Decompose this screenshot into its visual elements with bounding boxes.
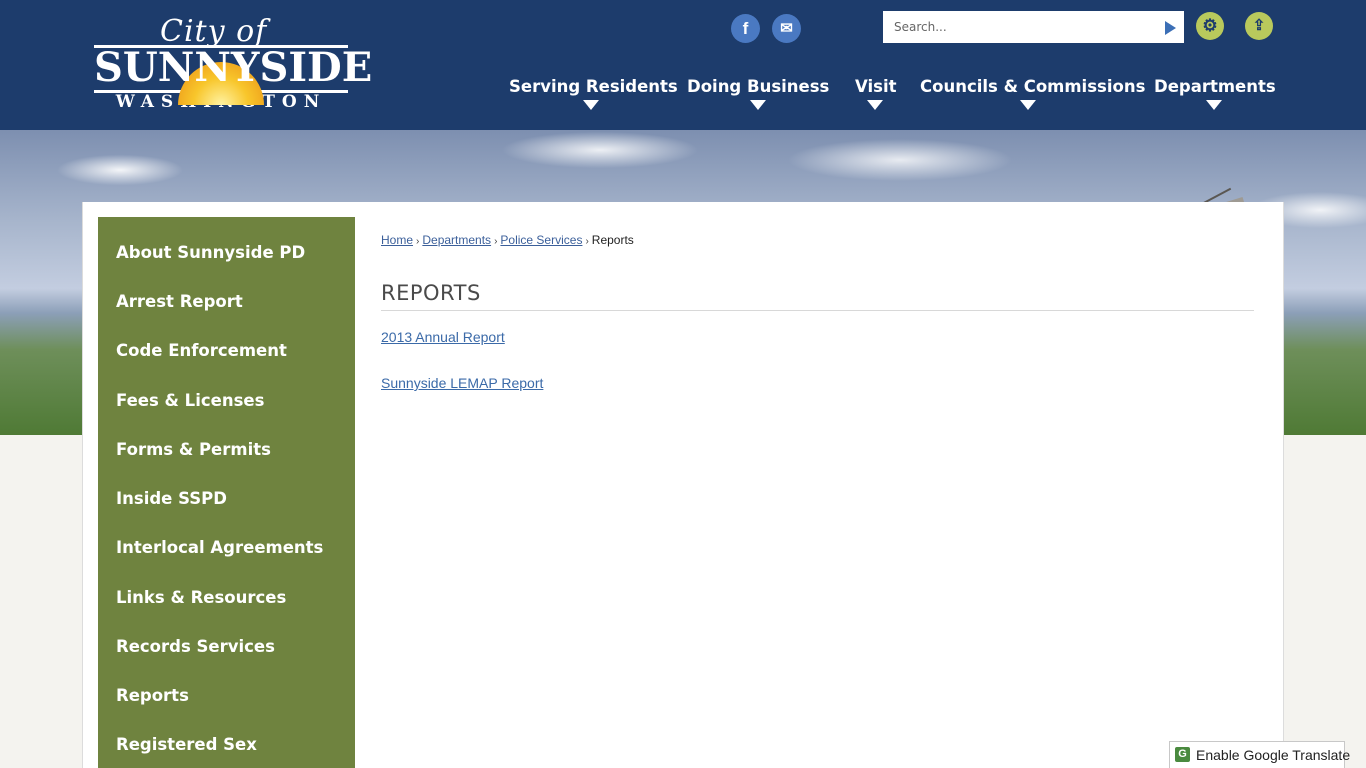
logo-main-text: SUNNYSIDE: [94, 44, 373, 91]
sidebar-nav: About Sunnyside PD Arrest Report Code En…: [98, 217, 355, 768]
nav-councils-commissions[interactable]: Councils & Commissions: [920, 77, 1145, 96]
chevron-down-icon[interactable]: [1020, 100, 1036, 110]
search-input[interactable]: [883, 11, 1153, 43]
share-icon[interactable]: ⇪: [1245, 12, 1273, 40]
chevron-down-icon[interactable]: [583, 100, 599, 110]
sidebar-item-inside-sspd[interactable]: Inside SSPD: [116, 489, 227, 508]
sidebar-item-reports[interactable]: Reports: [116, 686, 189, 705]
facebook-icon[interactable]: f: [731, 14, 760, 43]
chevron-down-icon[interactable]: [1206, 100, 1222, 110]
sidebar-item-interlocal-agreements[interactable]: Interlocal Agreements: [116, 538, 323, 557]
breadcrumb-separator: ›: [494, 236, 498, 247]
title-divider: [381, 310, 1254, 311]
sidebar-item-registered-sex[interactable]: Registered Sex: [116, 735, 257, 754]
google-translate-button[interactable]: G Enable Google Translate: [1169, 741, 1350, 768]
site-header: City of SUNNYSIDE WASHINGTON f ✉ ⚙ ⇪ Ser…: [0, 0, 1366, 130]
sidebar-item-links-resources[interactable]: Links & Resources: [116, 588, 286, 607]
sidebar-item-code-enforcement[interactable]: Code Enforcement: [116, 341, 287, 360]
sidebar-item-fees-licenses[interactable]: Fees & Licenses: [116, 391, 264, 410]
nav-visit[interactable]: Visit: [855, 77, 897, 96]
breadcrumb-departments-link[interactable]: Departments: [422, 233, 491, 247]
notify-me-icon[interactable]: ✉: [772, 14, 801, 43]
search-submit-icon[interactable]: [1165, 21, 1176, 35]
breadcrumb-separator: ›: [416, 236, 420, 247]
nav-doing-business[interactable]: Doing Business: [687, 77, 829, 96]
google-translate-icon: G: [1175, 747, 1190, 762]
link-sunnyside-lemap-report[interactable]: Sunnyside LEMAP Report: [381, 375, 543, 391]
sidebar-item-forms-permits[interactable]: Forms & Permits: [116, 440, 271, 459]
chevron-down-icon[interactable]: [750, 100, 766, 110]
nav-serving-residents[interactable]: Serving Residents: [509, 77, 678, 96]
gear-icon[interactable]: ⚙: [1196, 12, 1224, 40]
sidebar-item-about[interactable]: About Sunnyside PD: [116, 243, 305, 262]
breadcrumb-home-link[interactable]: Home: [381, 233, 413, 247]
breadcrumb: Home › Departments › Police Services › Reports: [381, 233, 634, 247]
sidebar-item-records-services[interactable]: Records Services: [116, 637, 275, 656]
chevron-down-icon[interactable]: [867, 100, 883, 110]
sidebar-item-arrest-report[interactable]: Arrest Report: [116, 292, 243, 311]
page-title: REPORTS: [381, 281, 481, 305]
google-translate-label: Enable Google Translate: [1196, 747, 1351, 763]
nav-departments[interactable]: Departments: [1154, 77, 1276, 96]
city-logo[interactable]: City of SUNNYSIDE WASHINGTON: [90, 14, 373, 114]
breadcrumb-police-services-link[interactable]: Police Services: [500, 233, 582, 247]
breadcrumb-current: Reports: [591, 233, 634, 247]
link-2013-annual-report[interactable]: 2013 Annual Report: [381, 329, 505, 345]
search-box: [883, 11, 1184, 43]
breadcrumb-separator: ›: [585, 236, 589, 247]
